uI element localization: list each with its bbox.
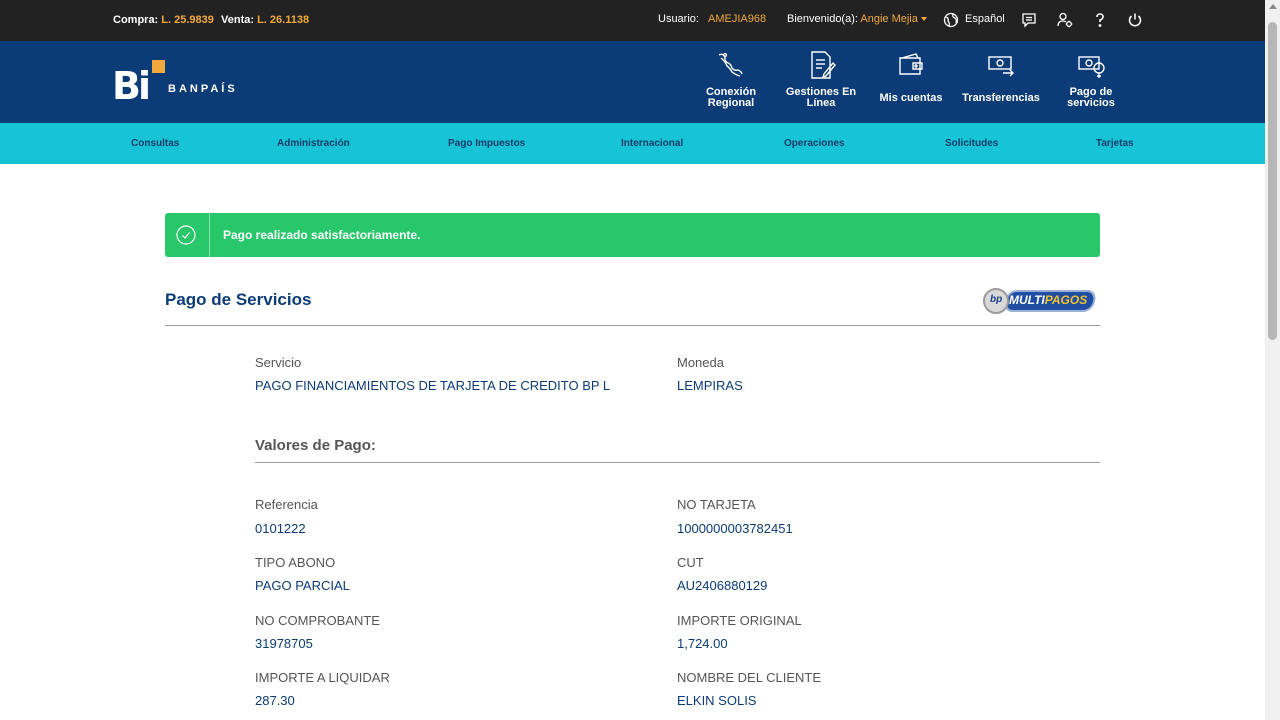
section-divider: [255, 462, 1100, 463]
scroll-thumb[interactable]: [1268, 22, 1277, 340]
field-label-importe-a-liquidar: IMPORTE A LIQUIDAR: [255, 670, 390, 685]
language-selector[interactable]: Español: [965, 13, 1005, 25]
main-menu: Consultas Administración Pago Impuestos …: [0, 123, 1265, 164]
menu-item-internacional[interactable]: Internacional: [621, 138, 683, 149]
nav-pago-de-servicios[interactable]: Pago de servicios: [1051, 49, 1131, 119]
multipagos-logo-circle: bp: [983, 288, 1009, 314]
field-value-importe-original: 1,724.00: [677, 636, 728, 651]
page-title: Pago de Servicios: [165, 290, 312, 309]
user-settings-icon[interactable]: [1056, 11, 1074, 29]
menu-item-solicitudes[interactable]: Solicitudes: [945, 138, 998, 149]
welcome-menu[interactable]: Bienvenido(a): Angie Mejia: [787, 13, 927, 25]
title-divider: [165, 325, 1100, 326]
welcome-label: Bienvenido(a):: [787, 13, 858, 25]
field-value-importe-a-liquidar: 287.30: [255, 693, 295, 708]
nav-label: Gestiones En Línea: [785, 86, 857, 109]
currency-value: LEMPIRAS: [677, 378, 743, 393]
menu-item-tarjetas[interactable]: Tarjetas: [1096, 138, 1134, 149]
menu-item-administracion[interactable]: Administración: [277, 138, 350, 149]
field-label-tipo-abono: TIPO ABONO: [255, 555, 336, 570]
field-label-nombre-del-cliente: NOMBRE DEL CLIENTE: [677, 670, 821, 685]
menu-item-pago-impuestos[interactable]: Pago Impuestos: [448, 138, 525, 149]
money-transfer-icon: [985, 49, 1017, 81]
top-bar: Compra: L. 25.9839 Venta: L. 26.1138 Usu…: [0, 0, 1265, 41]
currency-label: Moneda: [677, 355, 724, 370]
field-label-no-tarjeta: NO TARJETA: [677, 497, 756, 512]
logo-mark: Bi: [112, 64, 151, 108]
alert-message: Pago realizado satisfactoriamente.: [223, 228, 421, 242]
nav-transferencias[interactable]: Transferencias: [961, 49, 1041, 119]
banpais-logo[interactable]: Bi BANPAÍS: [112, 60, 252, 106]
globe-icon[interactable]: [942, 11, 960, 29]
buy-rate-value: L. 25.9839: [161, 14, 214, 26]
document-edit-icon: [805, 49, 837, 81]
field-label-referencia: Referencia: [255, 497, 318, 512]
field-value-nombre-del-cliente: ELKIN SOLIS: [677, 693, 757, 708]
scroll-up-arrow-icon[interactable]: [1269, 4, 1277, 9]
logo-brand-name: BANPAÍS: [168, 83, 238, 95]
sell-rate-value: L. 26.1138: [257, 14, 310, 26]
welcome-user-name: Angie Mejia: [860, 13, 918, 25]
field-value-no-tarjeta: 1000000003782451: [677, 521, 793, 536]
menu-item-operaciones[interactable]: Operaciones: [784, 138, 845, 149]
user-info: Usuario: AMEJIA968: [658, 13, 766, 25]
menu-item-consultas[interactable]: Consultas: [131, 138, 179, 149]
buy-rate-label: Compra:: [113, 14, 159, 26]
nav-label: Mis cuentas: [879, 92, 943, 104]
message-icon[interactable]: [1020, 11, 1038, 29]
nav-label: Pago de servicios: [1067, 86, 1115, 109]
field-value-no-comprobante: 31978705: [255, 636, 313, 651]
buy-rate: Compra: L. 25.9839: [113, 14, 214, 26]
multipagos-logo: bp MULTIPAGOS: [983, 288, 1098, 314]
sell-rate-label: Venta:: [221, 14, 255, 26]
service-value: PAGO FINANCIAMIENTOS DE TARJETA DE CREDI…: [255, 378, 611, 393]
multipagos-logo-bp: bp: [990, 294, 1003, 305]
main-header: Bi BANPAÍS Conexión Regional Gestiones En…: [0, 41, 1265, 123]
payment-values-title: Valores de Pago:: [255, 437, 376, 454]
field-label-no-comprobante: NO COMPROBANTE: [255, 613, 380, 628]
field-value-tipo-abono: PAGO PARCIAL: [255, 578, 350, 593]
service-payment-icon: [1075, 49, 1107, 81]
help-icon[interactable]: [1091, 11, 1109, 29]
power-icon[interactable]: [1126, 11, 1144, 29]
nav-mis-cuentas[interactable]: Mis cuentas: [871, 49, 951, 119]
field-value-cut: AU2406880129: [677, 578, 768, 593]
user-value: AMEJIA968: [708, 13, 767, 25]
field-label-cut: CUT: [677, 555, 704, 570]
sell-rate: Venta: L. 26.1138: [221, 14, 309, 26]
nav-gestiones-en-linea[interactable]: Gestiones En Línea: [781, 49, 861, 119]
map-icon: [715, 49, 747, 81]
nav-label: Transferencias: [962, 92, 1040, 104]
field-label-importe-original: IMPORTE ORIGINAL: [677, 613, 802, 628]
nav-label: Conexión Regional: [705, 86, 757, 109]
page-scrollbar[interactable]: [1265, 0, 1280, 720]
logo-accent-square: [152, 60, 165, 73]
service-label: Servicio: [255, 355, 302, 370]
user-label: Usuario:: [658, 13, 699, 25]
multipagos-logo-text: MULTIPAGOS: [1009, 293, 1088, 307]
wallet-icon: [895, 49, 927, 81]
field-value-referencia: 0101222: [255, 521, 306, 536]
chevron-down-icon: [920, 17, 927, 22]
success-alert: Pago realizado satisfactoriamente.: [165, 213, 1100, 257]
check-circle-icon: [176, 225, 196, 245]
alert-icon-box: [165, 213, 210, 257]
nav-conexion-regional[interactable]: Conexión Regional: [691, 49, 771, 119]
